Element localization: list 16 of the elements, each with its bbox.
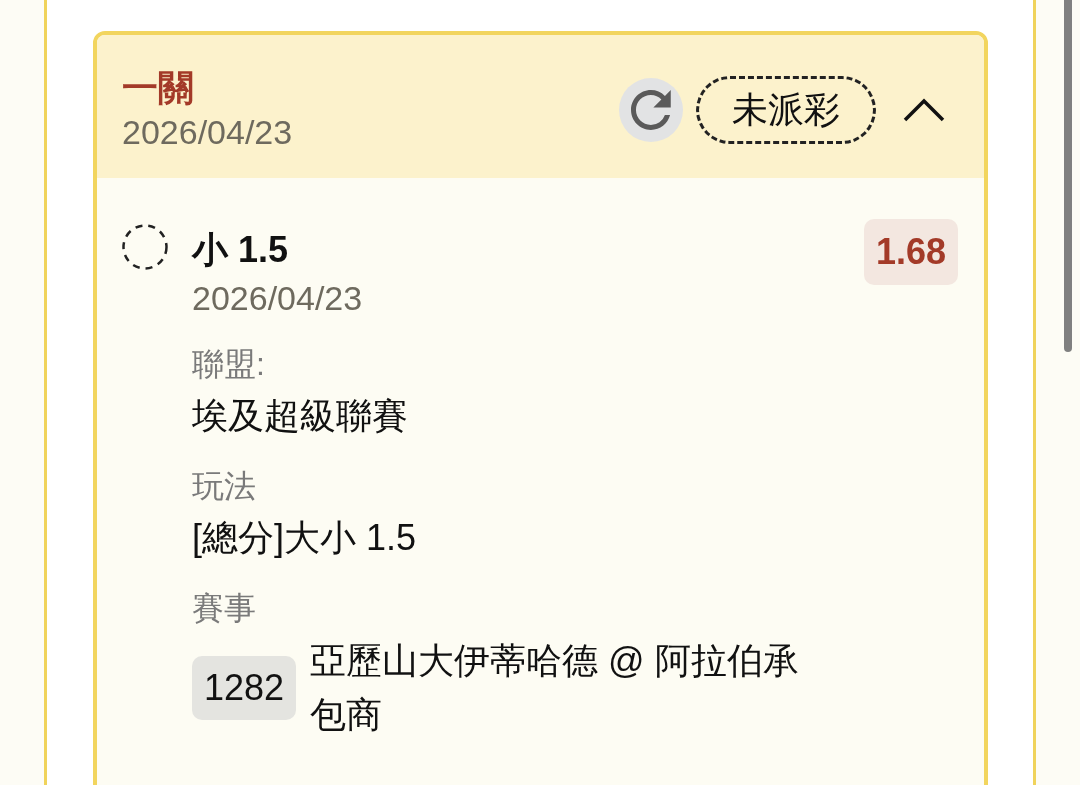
scrollbar[interactable] xyxy=(1064,0,1072,352)
field-label: 賽事 xyxy=(192,589,256,628)
field-value: 埃及超級聯賽 xyxy=(192,394,408,438)
field-value: [總分]大小 1.5 xyxy=(192,516,417,560)
field-label: 聯盟: xyxy=(192,345,265,384)
odds-tag: 1.68 xyxy=(863,219,958,285)
selection-pick: 小 1.5 xyxy=(192,228,289,272)
field-label: 玩法 xyxy=(192,467,256,506)
status-pill: 未派彩 xyxy=(696,76,876,144)
chevron-icon[interactable] xyxy=(903,98,945,122)
bet-type-title: 一關 xyxy=(122,66,195,110)
match-name: 亞歷山大伊蒂哈德 @ 阿拉伯承包商 xyxy=(310,639,800,737)
refresh-icon xyxy=(631,90,671,130)
match-code-tag: 1282 xyxy=(192,656,297,720)
selection-date: 2026/04/23 xyxy=(192,278,363,319)
bet-date: 2026/04/23 xyxy=(122,112,293,153)
